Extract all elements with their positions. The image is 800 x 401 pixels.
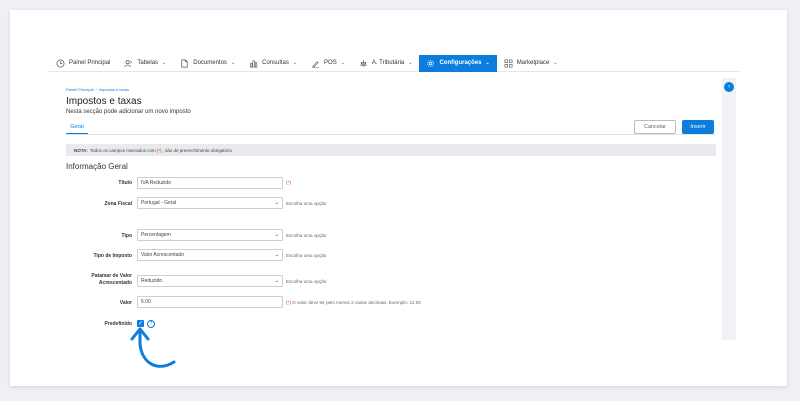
tipo-imposto-value: Valor Acrescentado (141, 252, 184, 258)
predefinido-label: Predefinido (104, 321, 132, 327)
right-sidebar-strip (722, 78, 736, 340)
users-icon (124, 59, 132, 67)
breadcrumb: Painel Principal / Impostos e taxas (66, 87, 129, 92)
document-icon (181, 59, 188, 67)
nav-label: Consultas (262, 60, 289, 66)
clock-icon (56, 59, 65, 67)
patamar-select[interactable]: Reduzido ⌄ (137, 275, 283, 287)
tipo-label: Tipo (121, 233, 132, 239)
zona-fiscal-select[interactable]: Portugal - Geral ⌄ (137, 197, 283, 209)
note-text-after: , são de preenchimento obrigatório (162, 147, 232, 153)
tab-geral[interactable]: Geral (66, 124, 88, 134)
nav-label: POS (324, 60, 337, 66)
nav-label: Tabelas (137, 60, 159, 66)
patamar-label-line2: Acrescentado (98, 280, 132, 286)
patamar-value: Reduzido (141, 278, 163, 284)
titulo-value: IVA Reduzido (141, 180, 171, 186)
tab-divider (66, 134, 716, 135)
nav-label: Painel Principal (69, 60, 111, 66)
zona-fiscal-hint: Escolha uma opção (286, 201, 327, 206)
chevron-down-icon: ⌄ (274, 278, 279, 284)
nav-item-painel-principal[interactable]: Painel Principal (49, 55, 117, 72)
gear-icon (427, 59, 435, 67)
nav-item-consultas[interactable]: Consultas ⌄ (242, 55, 304, 72)
chevron-down-icon: ⌄ (162, 60, 167, 66)
valor-hint-text: O valor deve ter pelo menos 2 casas deci… (292, 300, 421, 305)
nav-label: Marketplace (516, 60, 550, 66)
top-navbar: Painel Principal Tabelas ⌄ Documentos ⌄ … (49, 54, 740, 72)
cancel-button[interactable]: Cancelar (634, 120, 676, 134)
note-prefix: NOTA: (74, 147, 88, 153)
valor-label: Valor (119, 300, 132, 306)
patamar-hint: Escolha uma opção (286, 279, 327, 284)
valor-value: 6.00 (141, 299, 151, 305)
chevron-down-icon: ⌄ (408, 60, 413, 66)
titulo-required-mark: (*) (286, 180, 291, 185)
required-fields-note: NOTA: Todos os campos marcados com (*) ,… (66, 144, 716, 156)
nav-label: Documentos (193, 60, 227, 66)
valor-required-mark: (*) (286, 300, 291, 305)
tax-icon (360, 59, 367, 67)
collapse-button[interactable]: ‹ (724, 82, 734, 92)
nav-item-marketplace[interactable]: Marketplace ⌄ (497, 55, 565, 72)
insert-button[interactable]: Inserir (682, 120, 714, 134)
nav-item-configuracoes[interactable]: Configurações ⌄ (419, 54, 497, 72)
tipo-imposto-hint: Escolha uma opção (286, 253, 327, 258)
nav-item-tributaria[interactable]: A. Tributária ⌄ (352, 55, 420, 72)
bar-chart-icon (250, 59, 258, 67)
note-required-mark: (*) (156, 147, 162, 153)
zona-fiscal-value: Portugal - Geral (141, 200, 177, 206)
section-title: Informação Geral (66, 162, 128, 171)
nav-item-documentos[interactable]: Documentos ⌄ (173, 55, 242, 72)
chevron-down-icon: ⌄ (230, 60, 236, 66)
patamar-label-line1: Patamar de Valor (91, 273, 132, 279)
tipo-select[interactable]: Percentagem ⌄ (137, 229, 283, 241)
titulo-label: Título (118, 180, 132, 186)
breadcrumb-home-link[interactable]: Painel Principal (66, 87, 94, 92)
valor-hint: (*) O valor deve ter pelo menos 2 casas … (286, 300, 421, 305)
nav-item-pos[interactable]: POS ⌄ (304, 55, 352, 72)
chevron-down-icon: ⌄ (274, 252, 279, 258)
chevron-down-icon: ⌄ (553, 60, 558, 66)
chevron-down-icon: ⌄ (274, 232, 279, 238)
page-title: Impostos e taxas (66, 96, 142, 107)
curved-arrow-icon (130, 327, 176, 368)
arrow-left-icon: ‹ (728, 84, 730, 90)
tipo-hint: Escolha uma opção (286, 233, 327, 238)
nav-label: A. Tributária (371, 60, 405, 66)
breadcrumb-current[interactable]: Impostos e taxas (99, 87, 129, 92)
chevron-down-icon: ⌄ (340, 60, 345, 66)
tipo-imposto-label: Tipo de Imposto (93, 253, 132, 259)
grid-icon (504, 59, 513, 67)
tipo-imposto-select[interactable]: Valor Acrescentado ⌄ (137, 249, 283, 261)
zona-fiscal-label: Zona Fiscal (104, 201, 132, 207)
page-subtitle: Nesta secção pode adicionar um novo impo… (66, 109, 191, 115)
breadcrumb-separator: / (95, 87, 97, 92)
chevron-down-icon: ⌄ (292, 60, 298, 66)
chevron-down-icon: ⌄ (274, 200, 279, 206)
pen-icon (311, 60, 320, 68)
chevron-down-icon: ⌄ (485, 60, 490, 66)
note-text-before: Todos os campos marcados com (89, 147, 156, 153)
tipo-value: Percentagem (141, 232, 171, 238)
valor-input[interactable]: 6.00 (137, 296, 283, 308)
nav-label: Configurações (439, 60, 482, 66)
titulo-input[interactable]: IVA Reduzido (137, 177, 283, 189)
nav-item-tabelas[interactable]: Tabelas ⌄ (117, 55, 173, 72)
